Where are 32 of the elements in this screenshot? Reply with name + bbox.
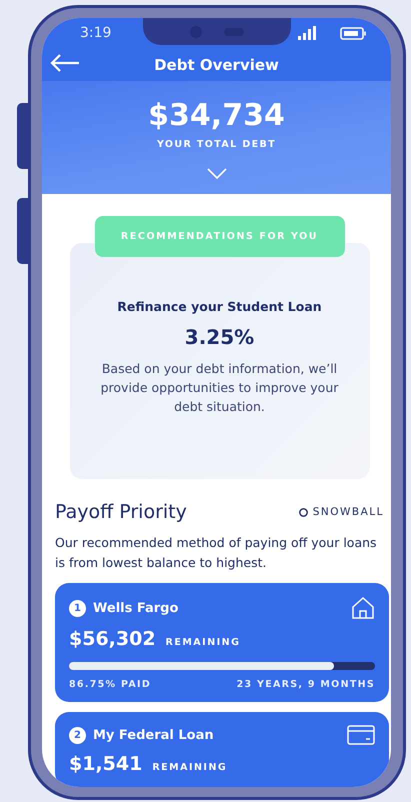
circle-icon (298, 508, 308, 516)
loan-name: My Federal Loan (93, 728, 214, 742)
method-toggle[interactable]: SNOWBALL (298, 506, 384, 518)
back-arrow-icon (50, 54, 80, 72)
chevron-down-icon[interactable] (206, 168, 226, 179)
recommendation-card[interactable]: Refinance your Student Loan 3.25% Based on your debt information, we’ll provide opportunities to improve your debt situation. (70, 243, 370, 479)
total-debt-label: YOUR TOTAL DEBT (156, 139, 276, 150)
section-title: Payoff Priority (55, 501, 187, 523)
loan-amount: $56,302 (69, 628, 156, 650)
recommendation-text: Based on your debt information, we’ll provide opportunities to improve your debt situation. (100, 360, 340, 416)
remaining-term: 23 YEARS, 9 MONTHS (236, 679, 375, 690)
signal-icon (298, 26, 318, 40)
loan-card[interactable]: 2 My Federal Loan $1,541 REMAINING (55, 712, 389, 787)
recommendations-badge: RECOMMENDATIONS FOR YOU (94, 216, 344, 257)
total-debt-amount: $34,734 (148, 99, 285, 133)
loan-amount: $1,541 (69, 753, 142, 775)
back-button[interactable] (48, 52, 82, 74)
loan-rank: 1 (69, 600, 86, 616)
battery-icon (340, 26, 367, 40)
section-description: Our recommended method of paying off your loans is from lowest balance to highest. (55, 534, 378, 572)
loan-card[interactable]: 1 Wells Fargo $56,302 REMAINING 86.75% PAID 23 YEARS, 9 MONTHS (55, 583, 389, 702)
house-icon (351, 596, 375, 620)
credit-card-icon (347, 725, 375, 745)
status-time: 3:19 (80, 25, 112, 41)
recommendation-rate: 3.25% (184, 325, 254, 349)
loan-rank: 2 (69, 726, 86, 744)
paid-percent: 86.75% PAID (69, 679, 152, 690)
loan-name: Wells Fargo (93, 600, 178, 616)
loan-amount-label: REMAINING (166, 637, 240, 648)
recommendation-title: Refinance your Student Loan (117, 299, 322, 314)
screen-title: Debt Overview (154, 56, 279, 74)
loan-amount-label: REMAINING (152, 762, 228, 773)
